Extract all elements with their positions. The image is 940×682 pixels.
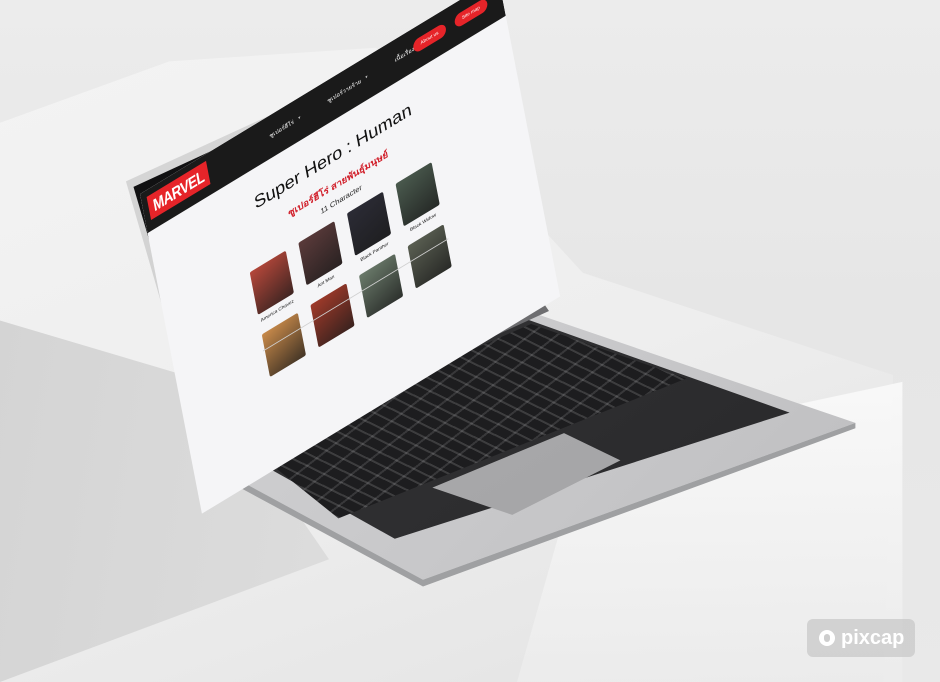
pixcap-logo-icon (819, 630, 835, 646)
character-card[interactable] (406, 223, 454, 290)
character-portrait (407, 224, 452, 289)
character-card[interactable] (357, 253, 405, 320)
character-card[interactable]: Black Widow (394, 161, 444, 238)
character-card[interactable]: Black Panther (345, 190, 395, 267)
menu-item-label: ซูเปอร์ฮีโร่ (269, 119, 295, 140)
chevron-down-icon: ▾ (297, 114, 302, 122)
character-card[interactable]: America Chavez (248, 249, 298, 326)
menu-item-label: ซูเปอร์วายร้าย (327, 79, 362, 105)
menu-item-villains[interactable]: ซูเปอร์วายร้าย ▾ (327, 72, 369, 105)
about-us-button[interactable]: About us (412, 22, 447, 55)
menu-item-superheroes[interactable]: ซูเปอร์ฮีโร่ ▾ (269, 113, 302, 141)
watermark-text: pixcap (841, 626, 905, 649)
character-portrait (358, 253, 404, 319)
pixcap-watermark: pixcap (807, 619, 915, 657)
character-card[interactable]: Ant Man (297, 220, 347, 297)
site-map-button[interactable]: Site map (453, 0, 489, 30)
character-portrait (310, 283, 355, 348)
chevron-down-icon: ▾ (364, 74, 369, 81)
product-mockup-scene: MARVEL ซูเปอร์ฮีโร่ ▾ ซูเปอร์วายร้าย ▾ เ… (0, 0, 940, 682)
character-portrait (261, 312, 307, 378)
character-card[interactable] (309, 282, 357, 349)
menu-item-label: เนื้อเรื่อง (394, 46, 415, 64)
character-card[interactable] (260, 312, 308, 379)
